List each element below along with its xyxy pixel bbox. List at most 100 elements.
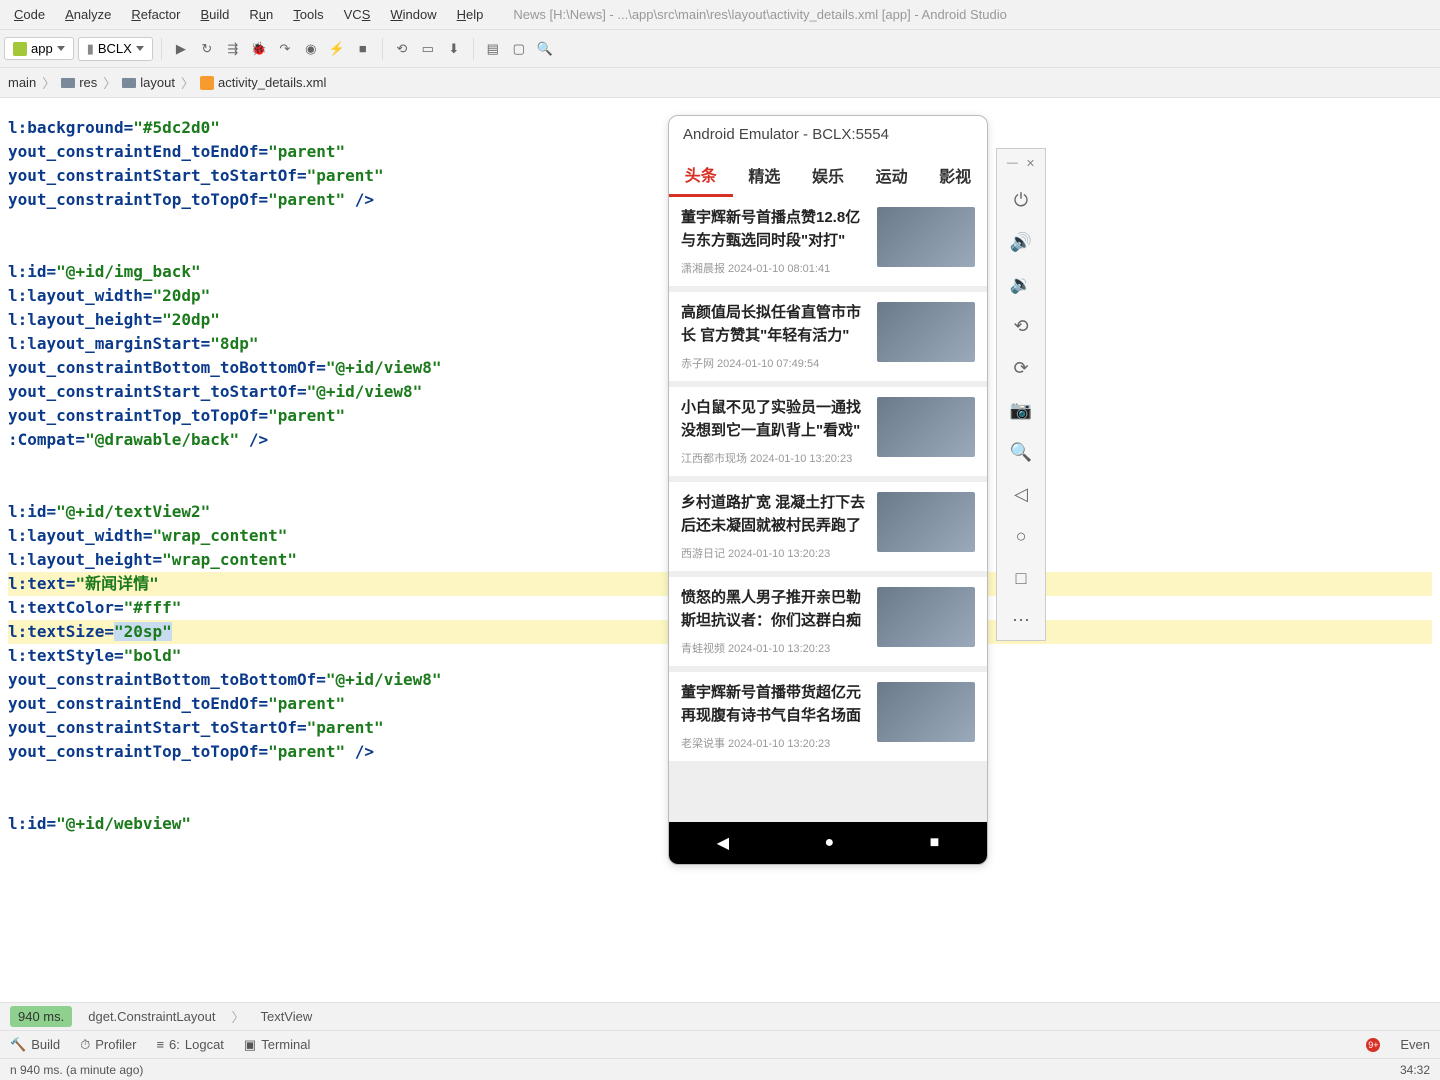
device-explorer-button[interactable]: ▢: [508, 38, 530, 60]
event-badge-icon: 9+: [1366, 1038, 1380, 1052]
camera-icon[interactable]: 📷: [1009, 398, 1033, 422]
sdk-button[interactable]: ⬇: [443, 38, 465, 60]
minimize-icon[interactable]: —: [1007, 157, 1018, 170]
news-thumbnail: [877, 682, 975, 742]
menu-analyze[interactable]: Analyze: [55, 7, 121, 22]
main-toolbar: app ▮ BCLX ▶ ↻ ⇶ 🐞 ↷ ◉ ⚡ ■ ⟲ ▭ ⬇ ▤ ▢ 🔍: [0, 30, 1440, 68]
run-button[interactable]: ▶: [170, 38, 192, 60]
back-button[interactable]: ◀: [717, 833, 729, 853]
tab-movies[interactable]: 影视: [923, 153, 987, 197]
more-icon[interactable]: ⋯: [1009, 608, 1033, 632]
menu-code[interactable]: Code: [4, 7, 55, 22]
emulator-title: Android Emulator - BCLX:5554: [669, 116, 987, 153]
crumb-layout[interactable]: layout: [122, 75, 175, 90]
news-meta: 赤子网 2024-01-10 07:49:54: [681, 355, 867, 371]
news-meta: 潇湘晨报 2024-01-10 08:01:41: [681, 260, 867, 276]
news-title: 董宇辉新号首播带货超亿元 再现腹有诗书气自华名场面: [681, 682, 867, 727]
tool-window-bar: 🔨 Build ⏱ Profiler ≡ 6: Logcat ▣ Termina…: [0, 1030, 1440, 1058]
apply-changes-button[interactable]: ↻: [196, 38, 218, 60]
crumb-file[interactable]: activity_details.xml: [200, 75, 326, 90]
crumb-res[interactable]: res: [61, 75, 97, 90]
device-label: BCLX: [98, 41, 132, 56]
chevron-down-icon: [57, 46, 65, 51]
coverage-button[interactable]: ↷: [274, 38, 296, 60]
news-item[interactable]: 乡村道路扩宽 混凝土打下去后还未凝固就被村民弄跑了西游日记 2024-01-10…: [669, 482, 987, 571]
news-thumbnail: [877, 587, 975, 647]
menu-vcs[interactable]: VCS: [334, 7, 381, 22]
news-thumbnail: [877, 492, 975, 552]
emu-back-icon[interactable]: ◁: [1009, 482, 1033, 506]
layout-inspector-button[interactable]: ▤: [482, 38, 504, 60]
logcat-tab[interactable]: ≡ 6: Logcat: [156, 1037, 223, 1052]
news-item[interactable]: 董宇辉新号首播点赞12.8亿 与东方甄选同时段"对打" 潇湘晨报 2024-01-…: [669, 197, 987, 286]
avd-button[interactable]: ▭: [417, 38, 439, 60]
breadcrumb: main 〉 res 〉 layout 〉 activity_details.x…: [0, 68, 1440, 98]
chevron-icon: 〉: [181, 73, 194, 92]
news-item[interactable]: 高颜值局长拟任省直管市市长 官方赞其"年轻有活力" 赤子网 2024-01-10 …: [669, 292, 987, 381]
news-thumbnail: [877, 302, 975, 362]
menu-refactor[interactable]: Refactor: [121, 7, 190, 22]
news-title: 愤怒的黑人男子推开亲巴勒斯坦抗议者：你们这群白痴: [681, 587, 867, 632]
news-item[interactable]: 愤怒的黑人男子推开亲巴勒斯坦抗议者：你们这群白痴青蛙视频 2024-01-10 …: [669, 577, 987, 666]
xml-icon: [200, 76, 214, 90]
folder-icon: [61, 78, 75, 88]
structure-breadcrumb: 940 ms. dget.ConstraintLayout 〉 TextView: [0, 1002, 1440, 1030]
profile-button[interactable]: ◉: [300, 38, 322, 60]
emu-home-icon[interactable]: ○: [1009, 524, 1033, 548]
home-button[interactable]: ●: [824, 834, 834, 852]
close-icon[interactable]: ✕: [1026, 157, 1035, 170]
volume-down-icon[interactable]: 🔉: [1009, 272, 1033, 296]
chevron-icon: 〉: [231, 1007, 244, 1026]
sync-button[interactable]: ⟲: [391, 38, 413, 60]
emulator-screen[interactable]: 头条 精选 娱乐 运动 影视 董宇辉新号首播点赞12.8亿 与东方甄选同时段"对…: [669, 153, 987, 864]
menu-help[interactable]: Help: [447, 7, 494, 22]
news-title: 小白鼠不见了实验员一通找 没想到它一直趴背上"看戏": [681, 397, 867, 442]
recents-button[interactable]: ■: [930, 834, 940, 852]
menu-tools[interactable]: Tools: [283, 7, 333, 22]
search-button[interactable]: 🔍: [534, 38, 556, 60]
event-log-tab[interactable]: Even: [1400, 1037, 1430, 1052]
tab-headlines[interactable]: 头条: [669, 153, 733, 197]
menu-build[interactable]: Build: [190, 7, 239, 22]
status-message: n 940 ms. (a minute ago): [10, 1063, 143, 1077]
chevron-icon: 〉: [42, 73, 55, 92]
news-item[interactable]: 小白鼠不见了实验员一通找 没想到它一直趴背上"看戏" 江西都市现场 2024-01…: [669, 387, 987, 476]
volume-up-icon[interactable]: 🔊: [1009, 230, 1033, 254]
android-icon: [13, 42, 27, 56]
news-title: 高颜值局长拟任省直管市市长 官方赞其"年轻有活力": [681, 302, 867, 347]
menu-run[interactable]: Run: [239, 7, 283, 22]
emu-overview-icon[interactable]: □: [1009, 566, 1033, 590]
terminal-tab[interactable]: ▣ Terminal: [244, 1037, 310, 1053]
news-meta: 江西都市现场 2024-01-10 13:20:23: [681, 450, 867, 466]
separator: [473, 38, 474, 60]
tab-featured[interactable]: 精选: [733, 153, 797, 197]
stop-button[interactable]: ■: [352, 38, 374, 60]
profiler-tab[interactable]: ⏱ Profiler: [80, 1037, 136, 1053]
run-config-dropdown[interactable]: app: [4, 37, 74, 60]
crumb-main[interactable]: main: [8, 75, 36, 90]
phone-icon: ▮: [87, 41, 94, 57]
tab-sports[interactable]: 运动: [860, 153, 924, 197]
power-icon[interactable]: ⏻: [1009, 188, 1033, 212]
news-meta: 西游日记 2024-01-10 13:20:23: [681, 545, 867, 561]
activity-restart-button[interactable]: ⇶: [222, 38, 244, 60]
build-tab[interactable]: 🔨 Build: [10, 1037, 60, 1053]
rotate-left-icon[interactable]: ⟲: [1009, 314, 1033, 338]
config-label: app: [31, 41, 53, 56]
chevron-down-icon: [136, 46, 144, 51]
attach-debugger-button[interactable]: ⚡: [326, 38, 348, 60]
device-dropdown[interactable]: ▮ BCLX: [78, 37, 153, 61]
news-title: 董宇辉新号首播点赞12.8亿 与东方甄选同时段"对打": [681, 207, 867, 252]
tab-entertainment[interactable]: 娱乐: [796, 153, 860, 197]
app-tabs: 头条 精选 娱乐 运动 影视: [669, 153, 987, 197]
struct-crumb1[interactable]: dget.ConstraintLayout: [88, 1009, 215, 1024]
zoom-icon[interactable]: 🔍: [1009, 440, 1033, 464]
struct-crumb2[interactable]: TextView: [260, 1009, 312, 1024]
emulator-window: Android Emulator - BCLX:5554 头条 精选 娱乐 运动…: [668, 115, 988, 865]
news-item[interactable]: 董宇辉新号首播带货超亿元 再现腹有诗书气自华名场面老梁说事 2024-01-10…: [669, 672, 987, 761]
rotate-right-icon[interactable]: ⟳: [1009, 356, 1033, 380]
news-list[interactable]: 董宇辉新号首播点赞12.8亿 与东方甄选同时段"对打" 潇湘晨报 2024-01-…: [669, 197, 987, 822]
emulator-toolbar: — ✕ ⏻ 🔊 🔉 ⟲ ⟳ 📷 🔍 ◁ ○ □ ⋯: [996, 148, 1046, 641]
debug-button[interactable]: 🐞: [248, 38, 270, 60]
menu-window[interactable]: Window: [380, 7, 446, 22]
